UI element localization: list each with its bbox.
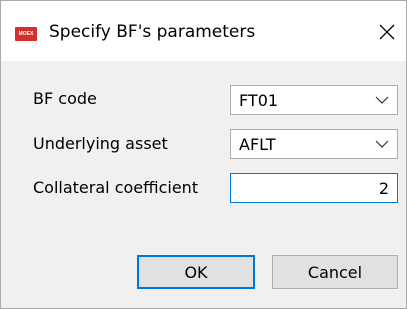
bf-code-value: FT01 (239, 91, 279, 110)
dialog-title: Specify BF's parameters (49, 22, 256, 42)
chevron-down-icon (375, 140, 389, 148)
collateral-coefficient-value: 2 (378, 179, 389, 198)
underlying-asset-value: AFLT (239, 135, 276, 154)
underlying-asset-label: Underlying asset (33, 134, 168, 153)
close-button[interactable] (375, 20, 399, 44)
app-logo-icon: MOEX (15, 27, 37, 41)
collateral-coefficient-input[interactable]: 2 (230, 173, 398, 203)
close-icon (379, 24, 395, 40)
underlying-asset-dropdown[interactable]: AFLT (230, 129, 398, 159)
dialog-window: MOEX Specify BF's parameters BF code FT0… (0, 0, 407, 309)
collateral-coefficient-label: Collateral coefficient (33, 178, 199, 197)
bf-code-label: BF code (33, 89, 97, 108)
cancel-button[interactable]: Cancel (272, 255, 398, 289)
bf-code-dropdown[interactable]: FT01 (230, 85, 398, 115)
title-bar: MOEX Specify BF's parameters (1, 1, 406, 61)
chevron-down-icon (375, 96, 389, 104)
ok-button[interactable]: OK (137, 255, 255, 289)
